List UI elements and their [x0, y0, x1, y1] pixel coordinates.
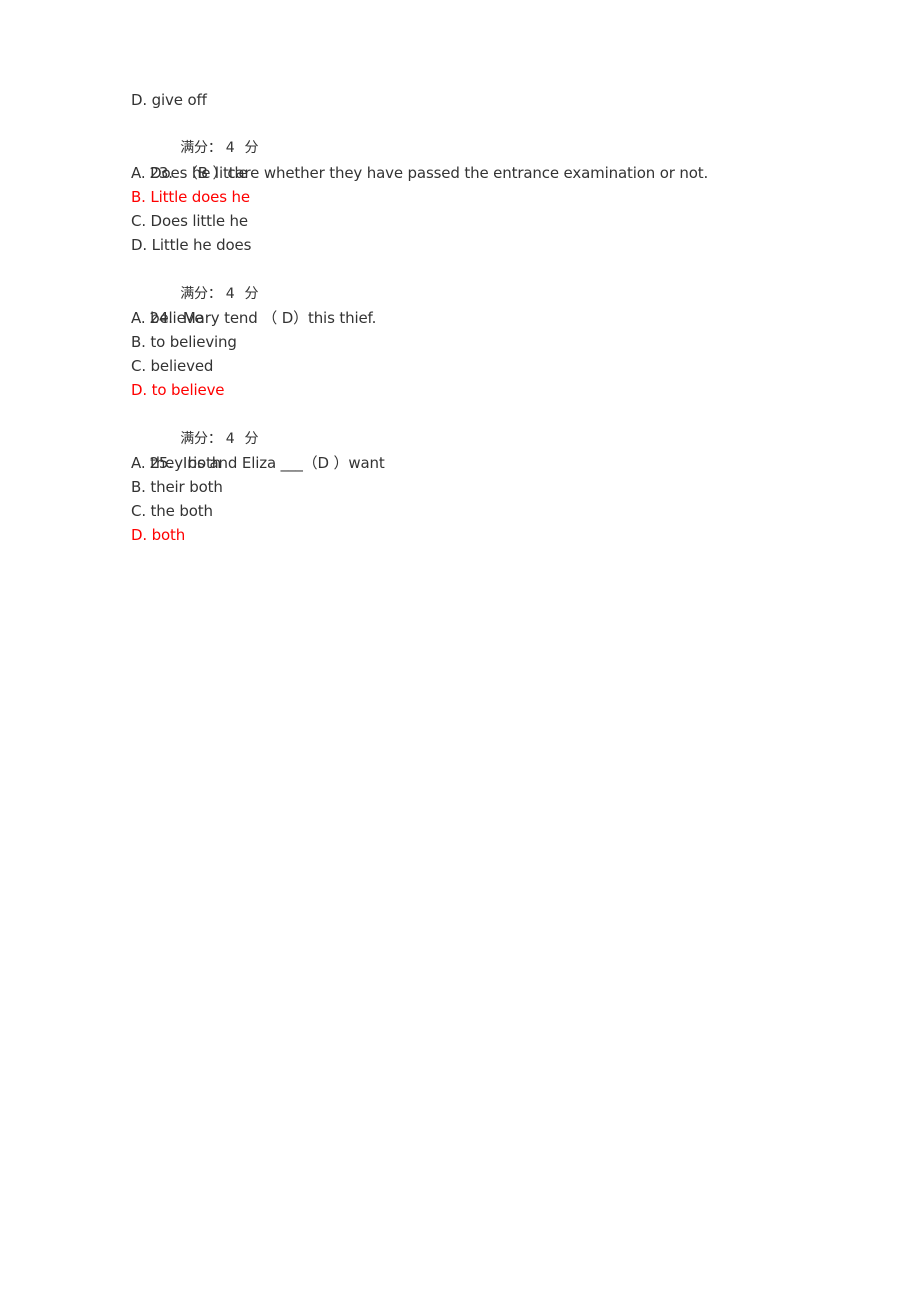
score-label: 满分：	[180, 430, 222, 447]
score-label: 满分：	[180, 140, 222, 157]
score-unit: 分	[244, 285, 259, 302]
option-b: B. to believing	[131, 332, 237, 351]
option-d-correct: D. to believe	[131, 381, 225, 400]
option-b-correct: B. Little does he	[131, 187, 250, 206]
score-unit: 分	[244, 430, 259, 447]
question-stem: （B ）care whether they have passed the en…	[182, 163, 709, 182]
option-d-correct: D. both	[131, 526, 186, 545]
score-value: 4	[225, 285, 235, 302]
question-stem: Mary tend （ D）this thief.	[182, 308, 377, 327]
score-label: 满分：	[180, 285, 222, 302]
score-line: 满分： 4 分	[131, 112, 831, 156]
option-d: D. Little he does	[131, 236, 252, 255]
option-c: C. Does little he	[131, 211, 248, 230]
option-d: D. give off	[131, 91, 207, 109]
document-page: D. give off 满分： 4 分 23. （B ）care whether th…	[131, 88, 831, 548]
score-unit: 分	[244, 140, 259, 157]
option-b: B. their both	[131, 478, 223, 496]
score-value: 4	[225, 140, 235, 157]
score-value: 4	[225, 430, 235, 447]
option-c: C. believed	[131, 357, 214, 376]
score-line: 满分： 4 分	[131, 402, 831, 447]
option-c: C. the both	[131, 502, 213, 521]
score-line: 满分： 4 分	[131, 257, 831, 302]
